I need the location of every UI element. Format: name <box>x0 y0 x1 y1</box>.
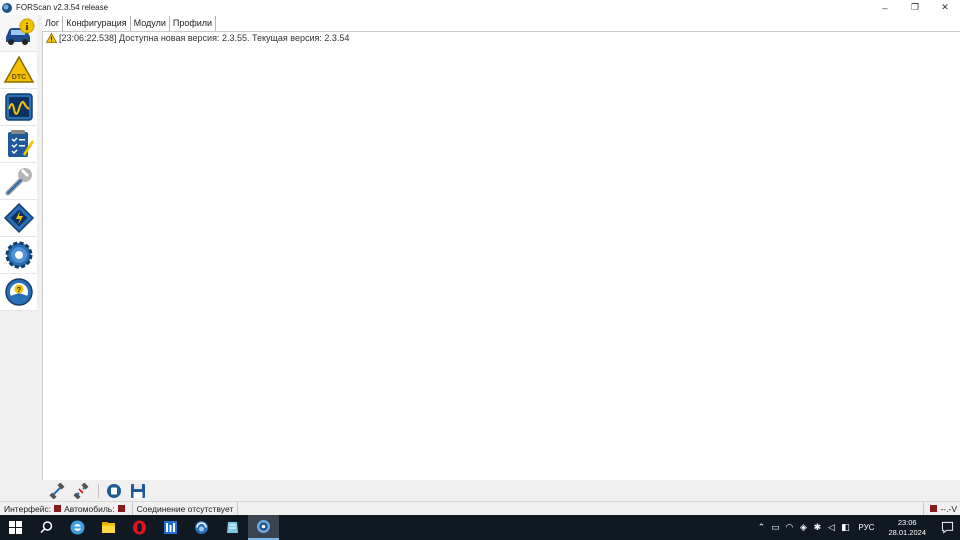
connection-status-text: Соединение отсутствует <box>136 503 234 514</box>
close-button[interactable]: ✕ <box>930 0 960 15</box>
svg-text:?: ? <box>16 287 20 294</box>
taskbar: ⌃ ▭ ◠ ◈ ✱ ◁ ◧ РУС 23:06 28.01.2024 <box>0 515 960 540</box>
clock-time: 23:06 <box>897 517 917 527</box>
title-bar: FORScan v2.3.54 release – ❐ ✕ <box>0 0 960 15</box>
wrench-icon <box>5 168 32 196</box>
taskbar-search[interactable] <box>31 515 62 540</box>
disconnect-icon <box>73 482 89 499</box>
taskbar-app-1[interactable] <box>62 515 93 540</box>
svg-text:DTC: DTC <box>11 74 25 81</box>
sidebar-item-dtc[interactable]: DTC <box>0 52 37 89</box>
help-icon: ? <box>4 278 33 306</box>
connection-status: Соединение отсутствует <box>133 502 239 515</box>
forscan-icon <box>257 520 270 533</box>
search-icon <box>40 521 53 534</box>
log-entry-text: [23:06:22.538] Доступна новая версия: 2.… <box>59 33 350 43</box>
volume-icon[interactable]: ◁ <box>824 515 838 540</box>
clock-date: 28.01.2024 <box>888 527 926 537</box>
settings-gear-icon <box>5 241 32 269</box>
opera-icon <box>133 520 146 535</box>
warning-icon <box>46 33 57 43</box>
vehicle-status-led <box>117 505 125 512</box>
sidebar-item-help[interactable]: ? <box>0 274 37 311</box>
tray-overflow-icon[interactable]: ⌃ <box>754 515 768 540</box>
window-controls: – ❐ ✕ <box>870 0 960 15</box>
taskbar-opera[interactable] <box>124 515 155 540</box>
status-bar: Интерфейс: Автомобиль: Соединение отсутс… <box>0 501 960 515</box>
stop-button[interactable] <box>103 482 125 500</box>
toolbar-separator <box>98 483 99 498</box>
minimize-button[interactable]: – <box>870 0 900 15</box>
notes-icon <box>227 522 238 533</box>
notification-icon <box>941 521 953 534</box>
taskbar-browser[interactable] <box>186 515 217 540</box>
left-toolbar: i DTC ? <box>0 15 38 311</box>
forscan-alt-icon <box>70 520 85 535</box>
stop-icon <box>107 483 121 498</box>
interface-label: Интерфейс: <box>4 503 52 514</box>
voltage-text: --.-V <box>940 503 957 514</box>
connect-button[interactable] <box>46 482 68 500</box>
bottom-toolbar <box>42 480 960 501</box>
sidebar-item-settings[interactable] <box>0 237 37 274</box>
tab-profiles[interactable]: Профили <box>169 16 217 31</box>
checklist-icon <box>7 130 34 157</box>
tab-modules[interactable]: Модули <box>130 16 170 31</box>
app-window: FORScan v2.3.54 release – ❐ ✕ i DTC ? Ло… <box>0 0 960 540</box>
tray-app-icon[interactable]: ◈ <box>796 515 810 540</box>
wifi-icon[interactable]: ◠ <box>782 515 796 540</box>
tray-app-2-icon[interactable]: ◧ <box>838 515 852 540</box>
interface-status-led <box>54 505 62 512</box>
voltage-status: --.-V <box>923 502 960 515</box>
clock[interactable]: 23:06 28.01.2024 <box>880 518 934 538</box>
start-button[interactable] <box>0 515 31 540</box>
connect-icon <box>49 482 65 499</box>
save-icon <box>131 483 145 498</box>
log-entry: [23:06:22.538] Доступна новая версия: 2.… <box>46 33 349 43</box>
tab-bar: Лог Конфигурация Модули Профили <box>42 16 217 31</box>
tab-configuration[interactable]: Конфигурация <box>63 16 131 31</box>
restore-button[interactable]: ❐ <box>900 0 930 15</box>
sidebar-item-programming[interactable] <box>0 200 37 237</box>
battery-icon[interactable]: ▭ <box>768 515 782 540</box>
vehicle-info-icon: i <box>5 18 34 45</box>
windows-start-icon <box>9 521 22 534</box>
taskbar-notes[interactable] <box>217 515 248 540</box>
sidebar-filler <box>0 311 42 501</box>
notification-center-button[interactable] <box>934 515 960 540</box>
svg-text:i: i <box>25 22 28 33</box>
taskbar-calculator[interactable] <box>155 515 186 540</box>
input-language[interactable]: РУС <box>852 523 880 532</box>
tray-network-icon[interactable]: ✱ <box>810 515 824 540</box>
disconnect-button[interactable] <box>70 482 92 500</box>
taskbar-forscan[interactable] <box>248 515 279 540</box>
sidebar-item-service[interactable] <box>0 163 37 200</box>
dtc-icon: DTC <box>3 55 34 83</box>
forscan-logo-icon <box>2 2 12 13</box>
browser-icon <box>195 521 208 534</box>
interface-status: Интерфейс: Автомобиль: <box>0 502 133 515</box>
sidebar-item-vehicle-info[interactable]: i <box>0 15 37 52</box>
save-button[interactable] <box>127 482 149 500</box>
taskbar-file-explorer[interactable] <box>93 515 124 540</box>
window-title: FORScan v2.3.54 release <box>16 3 109 12</box>
file-explorer-icon <box>102 522 115 533</box>
system-tray: ⌃ ▭ ◠ ◈ ✱ ◁ ◧ РУС 23:06 28.01.2024 <box>754 515 960 540</box>
log-pane[interactable]: [23:06:22.538] Доступна новая версия: 2.… <box>42 31 960 481</box>
oscilloscope-icon <box>4 93 33 121</box>
chip-icon <box>3 202 34 234</box>
tab-log[interactable]: Лог <box>42 16 64 31</box>
vehicle-label: Автомобиль: <box>64 503 115 514</box>
calculator-icon <box>164 521 177 534</box>
voltage-status-led <box>930 505 938 512</box>
sidebar-item-oscilloscope[interactable] <box>0 89 37 126</box>
sidebar-item-checklist[interactable] <box>0 126 37 163</box>
